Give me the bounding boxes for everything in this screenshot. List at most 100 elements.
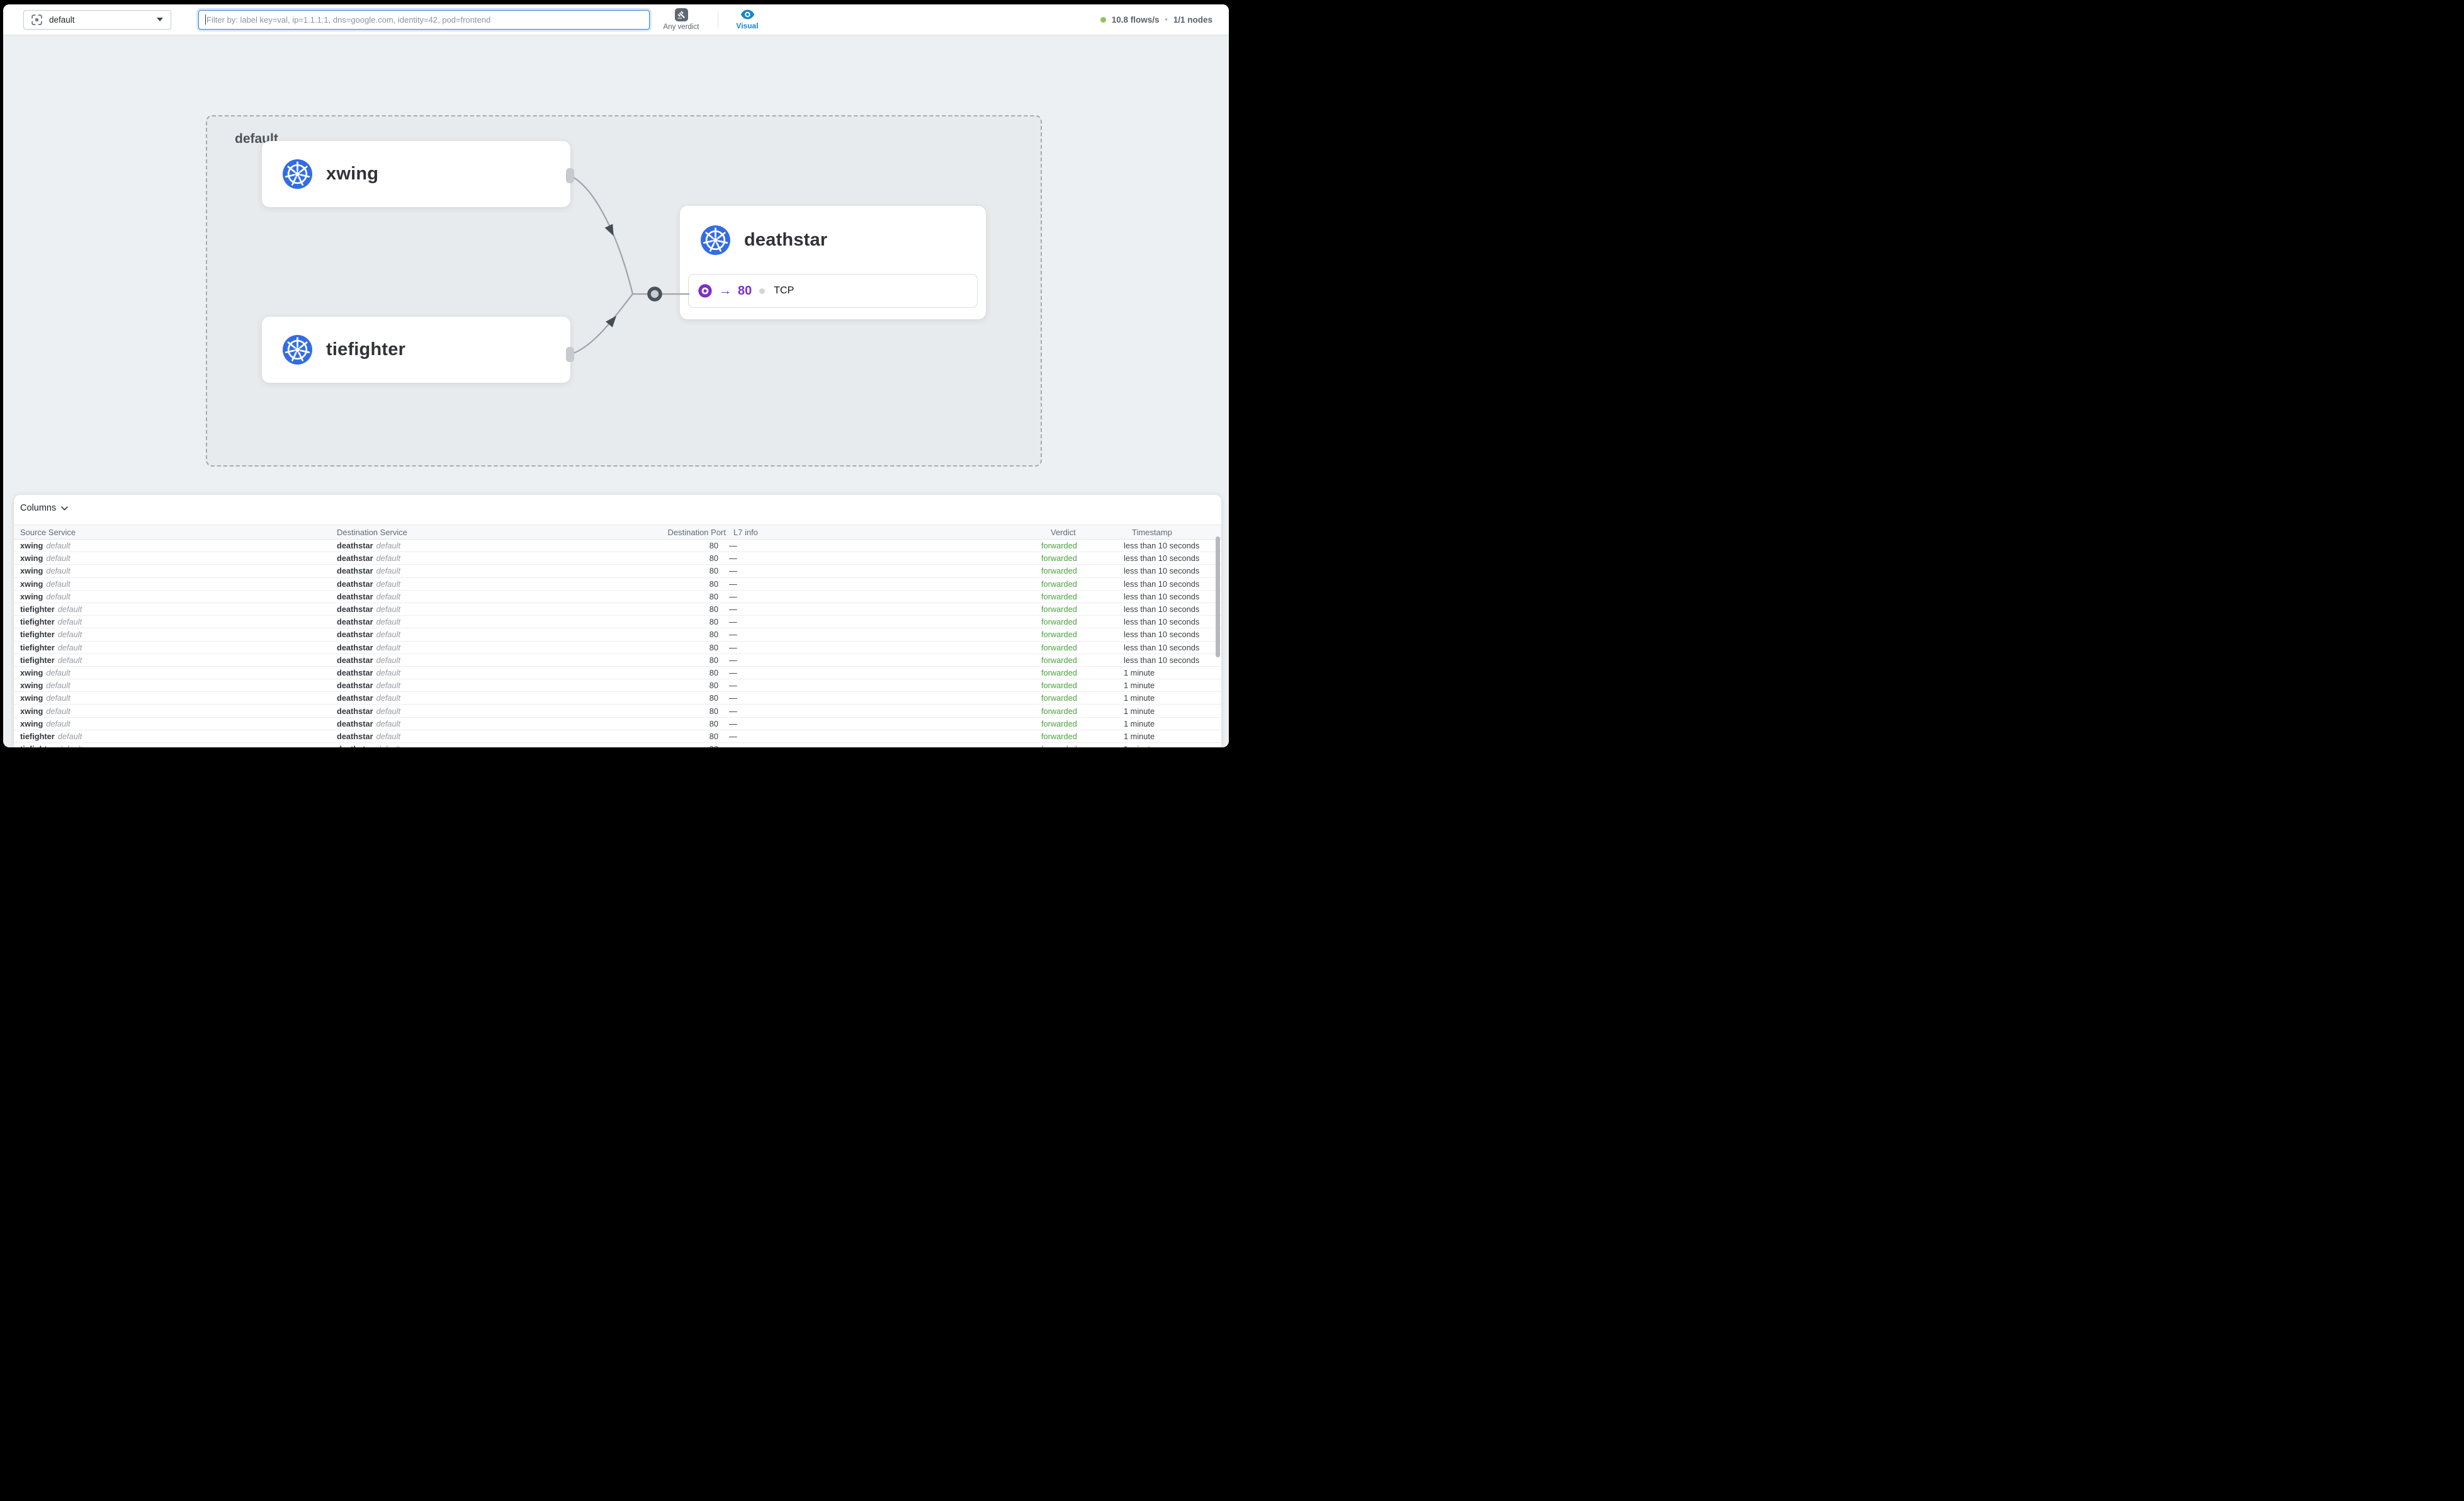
table-row[interactable]: xwingdefault deathstardefault 80 — forwa… (14, 692, 1221, 705)
destination-namespace: default (376, 706, 400, 716)
destination-namespace: default (376, 630, 400, 639)
table-row[interactable]: xwingdefault deathstardefault 80 — forwa… (14, 540, 1221, 552)
table-row[interactable]: tiefighterdefault deathstardefault 80 — … (14, 616, 1221, 628)
target-icon (698, 283, 713, 298)
service-card-xwing[interactable]: xwing (262, 141, 570, 207)
destination-service: deathstar (337, 744, 373, 747)
col-header-destination-port[interactable]: Destination Port (664, 528, 726, 537)
source-service: tiefighter (20, 732, 55, 741)
verdict: forwarded (1041, 719, 1124, 728)
table-row[interactable]: xwingdefault deathstardefault 80 — forwa… (14, 679, 1221, 692)
verdict-filter-label: Any verdict (664, 23, 699, 31)
l7-info: — (721, 617, 1041, 626)
table-row[interactable]: xwingdefault deathstardefault 80 — forwa… (14, 667, 1221, 679)
table-row[interactable]: tiefighterdefault deathstardefault 80 — … (14, 730, 1221, 743)
app-window: default Filter by: label key=val, ip=1.1… (3, 4, 1229, 747)
destination-port: 80 (664, 630, 721, 639)
source-service: xwing (20, 693, 43, 703)
timestamp: less than 10 seconds (1124, 541, 1215, 550)
namespace-select[interactable]: default (23, 10, 171, 30)
table-row[interactable]: xwingdefault deathstardefault 80 — forwa… (14, 578, 1221, 591)
table-row[interactable]: tiefighterdefault deathstardefault 80 — … (14, 654, 1221, 667)
destination-namespace: default (376, 732, 400, 741)
source-namespace: default (46, 693, 70, 703)
destination-namespace: default (376, 566, 400, 575)
destination-port: 80 (664, 643, 721, 652)
destination-namespace: default (376, 655, 400, 665)
l7-info: — (721, 693, 1041, 703)
table-scrollbar[interactable] (1216, 536, 1220, 657)
col-header-source-service[interactable]: Source Service (20, 528, 337, 537)
destination-service: deathstar (337, 566, 373, 575)
l7-info: — (721, 566, 1041, 575)
destination-service: deathstar (337, 655, 373, 665)
filter-input[interactable]: Filter by: label key=val, ip=1.1.1.1, dn… (198, 10, 650, 30)
source-service: xwing (20, 579, 43, 589)
destination-namespace: default (376, 719, 400, 728)
destination-port: 80 (664, 617, 721, 626)
destination-service: deathstar (337, 541, 373, 550)
col-header-destination-service[interactable]: Destination Service (337, 528, 664, 537)
table-row[interactable]: xwingdefault deathstardefault 80 — forwa… (14, 552, 1221, 565)
source-service: xwing (20, 706, 43, 716)
service-card-deathstar[interactable]: deathstar → 80 TCP (680, 206, 986, 319)
col-header-timestamp[interactable]: Timestamp (1124, 528, 1215, 537)
table-row[interactable]: tiefighterdefault deathstardefault 80 — … (14, 743, 1221, 747)
nodes-count: 1/1 nodes (1173, 15, 1212, 25)
service-card-tiefighter[interactable]: tiefighter (262, 317, 570, 383)
table-row[interactable]: tiefighterdefault deathstardefault 80 — … (14, 642, 1221, 654)
timestamp: less than 10 seconds (1124, 592, 1215, 601)
source-namespace: default (58, 630, 82, 639)
destination-namespace: default (376, 693, 400, 703)
gavel-icon (675, 8, 688, 21)
destination-namespace: default (376, 541, 400, 550)
table-row[interactable]: xwingdefault deathstardefault 80 — forwa… (14, 705, 1221, 717)
view-toggle-label: Visual (736, 21, 758, 30)
access-point-row[interactable]: → 80 TCP (688, 274, 978, 308)
l7-info: — (721, 579, 1041, 589)
table-row[interactable]: tiefighterdefault deathstardefault 80 — … (14, 628, 1221, 641)
destination-port: 80 (664, 604, 721, 614)
source-namespace: default (46, 579, 70, 589)
source-service: tiefighter (20, 643, 55, 652)
namespace-select-value: default (49, 15, 75, 25)
top-bar: default Filter by: label key=val, ip=1.1… (3, 4, 1229, 35)
service-name: xwing (326, 164, 378, 184)
source-service: tiefighter (20, 655, 55, 665)
columns-button[interactable]: Columns (20, 501, 68, 515)
verdict: forwarded (1041, 693, 1124, 703)
destination-namespace: default (376, 579, 400, 589)
table-row[interactable]: xwingdefault deathstardefault 80 — forwa… (14, 718, 1221, 730)
verdict: forwarded (1041, 566, 1124, 575)
table-header-row: Source Service Destination Service Desti… (14, 524, 1221, 540)
verdict: forwarded (1041, 617, 1124, 626)
verdict: forwarded (1041, 643, 1124, 652)
destination-namespace: default (376, 604, 400, 614)
verdict-filter-button[interactable]: Any verdict (658, 8, 704, 31)
table-row[interactable]: tiefighterdefault deathstardefault 80 — … (14, 603, 1221, 616)
source-namespace: default (46, 719, 70, 728)
col-header-verdict[interactable]: Verdict (1041, 528, 1124, 537)
timestamp: less than 10 seconds (1124, 579, 1215, 589)
timestamp: 1 minute (1124, 744, 1215, 747)
text-cursor (205, 14, 206, 25)
timestamp: less than 10 seconds (1124, 566, 1215, 575)
l7-info: — (721, 630, 1041, 639)
destination-port: 80 (664, 693, 721, 703)
stream-stats: 10.8 flows/s • 1/1 nodes (1100, 15, 1214, 25)
source-namespace: default (46, 592, 70, 601)
timestamp: less than 10 seconds (1124, 617, 1215, 626)
timestamp: 1 minute (1124, 668, 1215, 677)
flows-rate: 10.8 flows/s (1112, 15, 1160, 25)
destination-port: 80 (664, 681, 721, 690)
table-row[interactable]: xwingdefault deathstardefault 80 — forwa… (14, 565, 1221, 577)
verdict: forwarded (1041, 604, 1124, 614)
view-toggle-visual[interactable]: Visual (730, 9, 765, 30)
col-header-l7-info[interactable]: L7 info (721, 528, 1041, 537)
chevron-down-icon (157, 18, 163, 21)
l7-info: — (721, 553, 1041, 563)
l7-info: — (721, 668, 1041, 677)
table-row[interactable]: xwingdefault deathstardefault 80 — forwa… (14, 591, 1221, 603)
l7-info: — (721, 592, 1041, 601)
source-namespace: default (58, 732, 82, 741)
